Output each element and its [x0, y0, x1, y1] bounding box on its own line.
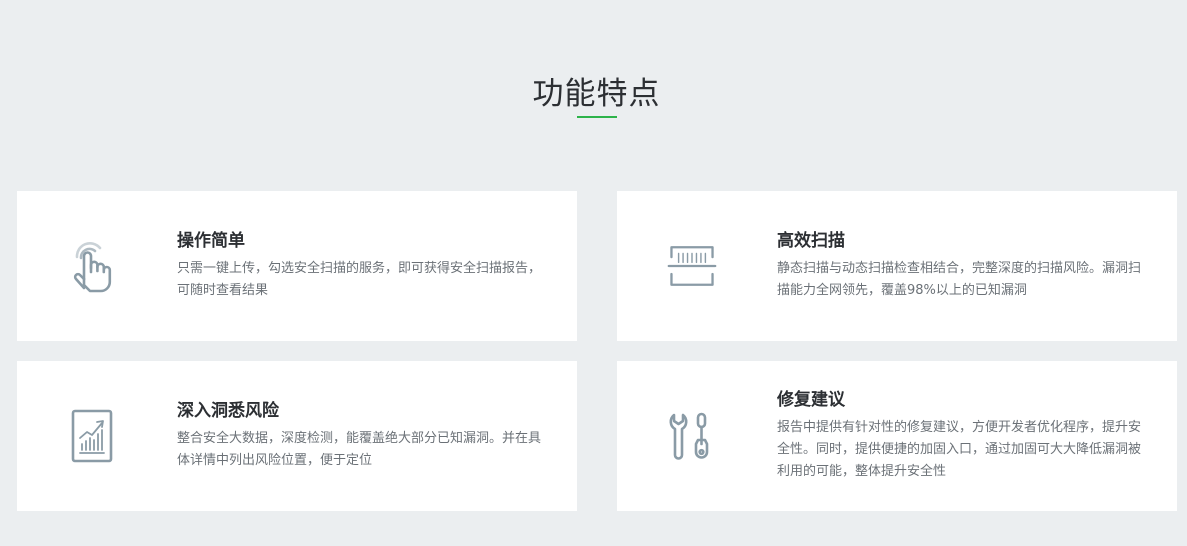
feature-description: 静态扫描与动态扫描检查相结合，完整深度的扫描风险。漏洞扫描能力全网领先，覆盖98… [777, 261, 1142, 298]
title-underline [577, 116, 617, 118]
feature-title: 修复建议 [777, 390, 845, 410]
feature-description: 只需一键上传，勾选安全扫描的服务，即可获得安全扫描报告，可随时查看结果 [177, 261, 542, 298]
feature-title: 高效扫描 [777, 231, 845, 251]
feature-description: 报告中提供有针对性的修复建议，方便开发者优化程序，提升安全性。同时，提供便捷的加… [777, 420, 1142, 479]
scanner-icon [667, 191, 717, 341]
section-title: 功能特点 [532, 76, 661, 112]
feature-card-efficient-scan: 高效扫描 静态扫描与动态扫描检查相结合，完整深度的扫描风险。漏洞扫描能力全网领先… [617, 191, 1177, 341]
feature-description: 整合安全大数据，深度检测，能覆盖绝大部分已知漏洞。并在具体详情中列出风险位置，便… [177, 431, 542, 468]
chart-report-icon [67, 361, 117, 511]
feature-card-repair-suggestion: 修复建议 报告中提供有针对性的修复建议，方便开发者优化程序，提升安全性。同时，提… [617, 361, 1177, 511]
tap-finger-icon [67, 191, 117, 341]
feature-title: 操作简单 [177, 231, 245, 251]
feature-title: 深入洞悉风险 [177, 401, 279, 421]
feature-card-deep-risk-insight: 深入洞悉风险 整合安全大数据，深度检测，能覆盖绝大部分已知漏洞。并在具体详情中列… [17, 361, 577, 511]
feature-card-easy-operation: 操作简单 只需一键上传，勾选安全扫描的服务，即可获得安全扫描报告，可随时查看结果 [17, 191, 577, 341]
wrench-tools-icon [667, 361, 717, 511]
